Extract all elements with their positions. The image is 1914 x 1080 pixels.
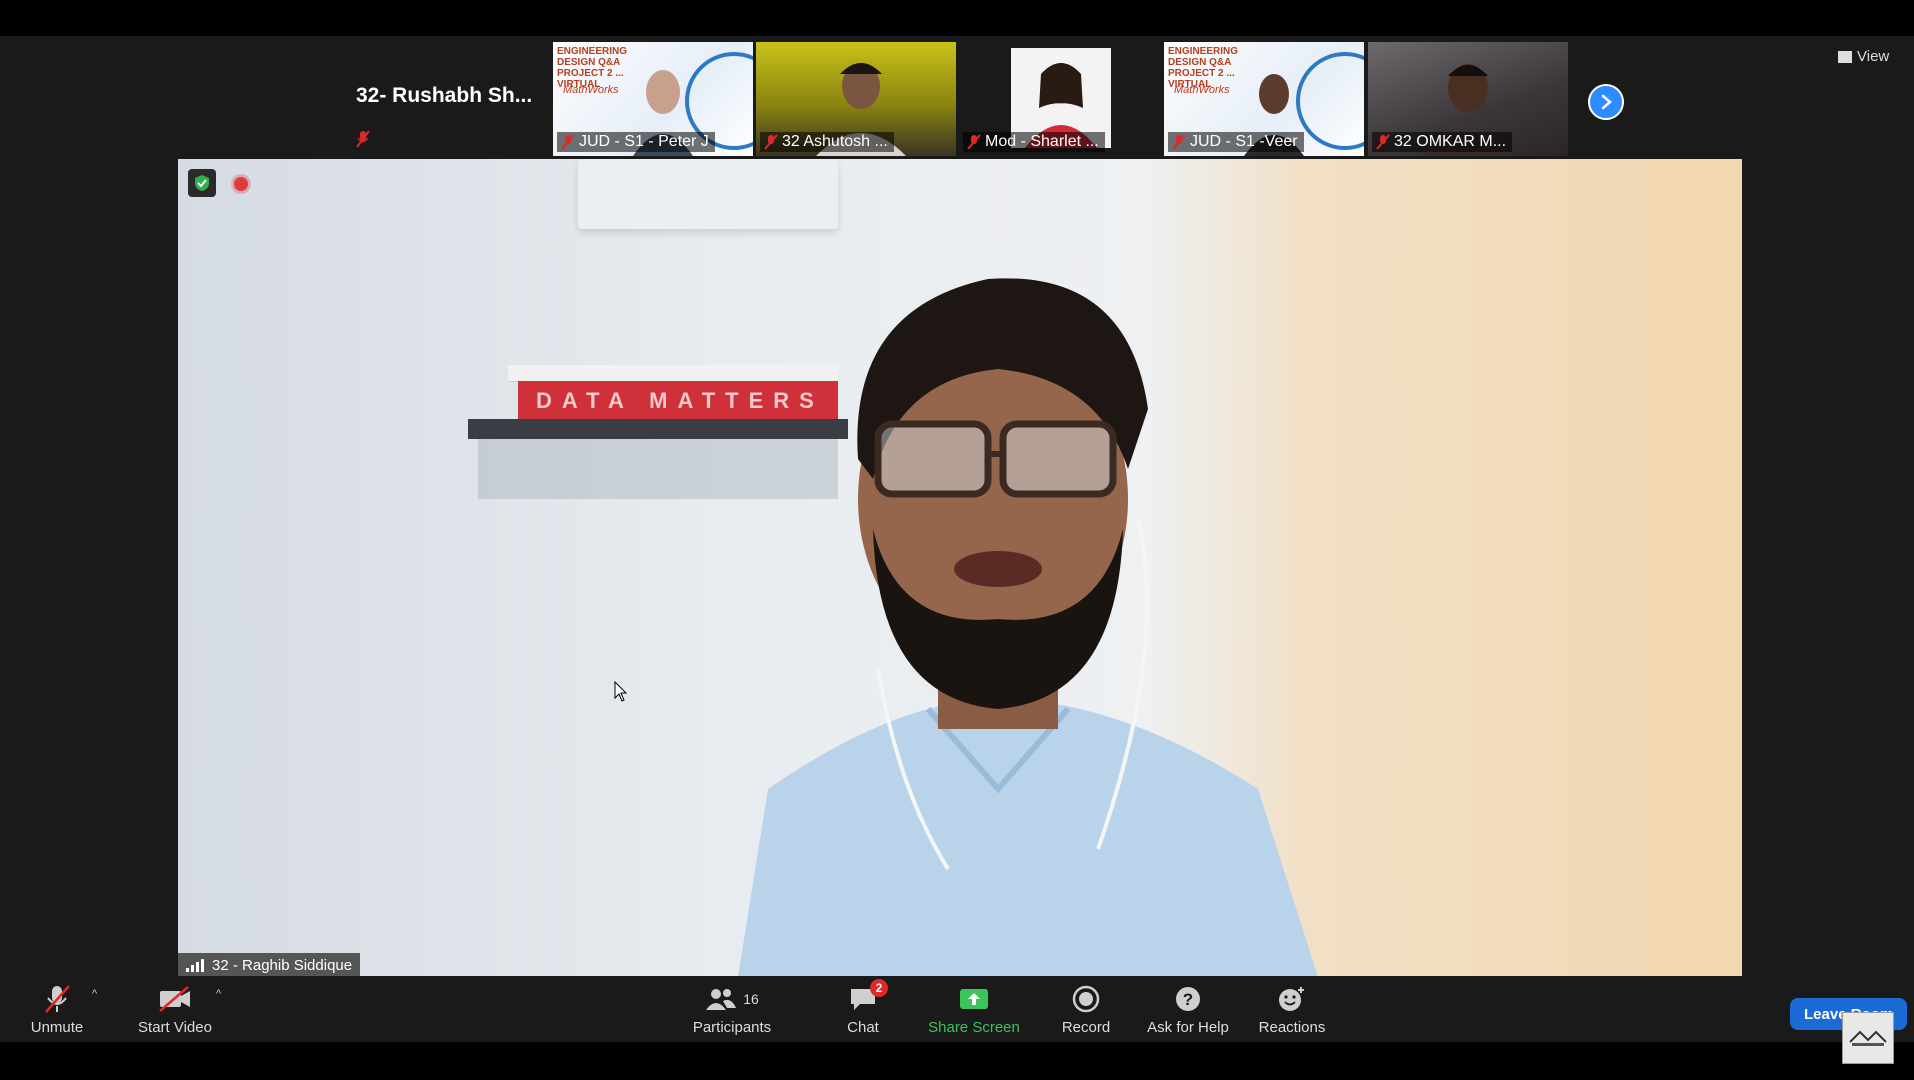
start-video-label: Start Video [138, 1019, 212, 1036]
svg-text:?: ? [1183, 990, 1193, 1009]
muted-mic-icon [764, 134, 778, 150]
unmute-button[interactable]: Unmute [20, 976, 94, 1042]
recording-indicator-icon [234, 177, 248, 191]
participant-tile[interactable]: Mod - Sharlet ... [959, 42, 1159, 156]
muted-mic-icon [1376, 134, 1390, 150]
active-speaker-video[interactable]: DATA MATTERS 32 - Raghib Siddique [178, 159, 1742, 977]
unmute-label: Unmute [30, 1019, 84, 1036]
mouse-cursor-icon [614, 681, 628, 702]
connection-signal-icon [186, 958, 204, 972]
record-button[interactable]: Record [1056, 976, 1116, 1042]
record-icon [1072, 985, 1100, 1013]
participant-name: JUD - S1 -Veer [1190, 133, 1298, 150]
participants-icon [706, 989, 737, 1010]
share-screen-button[interactable]: Share Screen [925, 976, 1023, 1042]
participant-name: Mod - Sharlet ... [985, 133, 1099, 150]
muted-mic-icon [967, 134, 981, 150]
globe-graphic [1296, 52, 1364, 150]
muted-mic-icon [356, 130, 370, 148]
ask-for-help-label: Ask for Help [1147, 1019, 1229, 1036]
next-page-button[interactable] [1588, 84, 1624, 120]
start-video-button[interactable]: Start Video [130, 976, 220, 1042]
share-screen-label: Share Screen [928, 1019, 1020, 1036]
record-label: Record [1061, 1019, 1111, 1036]
participant-tile-name-only[interactable]: 32- Rushabh Sh... [348, 42, 548, 156]
speaker-name: 32 - Raghib Siddique [212, 956, 353, 974]
participants-count: 16 [743, 991, 759, 1007]
speaker-person [738, 278, 1318, 977]
chat-label: Chat [847, 1019, 879, 1036]
view-label: View [1857, 48, 1890, 65]
grid-view-icon [1838, 50, 1852, 63]
participants-label: Participants [692, 1019, 772, 1036]
participant-name: 32- Rushabh Sh... [356, 84, 533, 107]
channel-logo [1842, 1012, 1894, 1064]
participant-name-label: 32 Ashutosh ... [760, 132, 894, 152]
participant-name-label: 32 OMKAR M... [1372, 132, 1513, 152]
participant-name: 32 OMKAR M... [1394, 133, 1507, 150]
chevron-right-icon [1601, 94, 1612, 110]
help-icon: ? [1176, 987, 1200, 1011]
participant-name: JUD - S1 - Peter J [579, 133, 709, 150]
chat-button[interactable]: 2 Chat [830, 976, 896, 1042]
reactions-label: Reactions [1258, 1019, 1326, 1036]
reactions-icon [1279, 987, 1304, 1011]
muted-mic-icon [1172, 134, 1186, 150]
wall-cabinet [578, 159, 838, 229]
view-button[interactable]: View [1838, 48, 1889, 65]
reactions-button[interactable]: Reactions [1252, 976, 1332, 1042]
muted-mic-icon [45, 985, 70, 1013]
audio-options-chevron-up-icon[interactable]: ^ [92, 988, 97, 1000]
participant-tile[interactable]: 32 Ashutosh ... [756, 42, 956, 156]
mathworks-logo: MathWorks [1174, 84, 1230, 96]
zoom-window: 32- Rushabh Sh... ENGINEERING DESIGN Q&A… [0, 36, 1914, 1064]
video-options-chevron-up-icon[interactable]: ^ [216, 988, 221, 1000]
chat-unread-badge: 2 [870, 979, 888, 997]
participant-tile[interactable]: ENGINEERING DESIGN Q&A PROJECT 2 ... VIR… [1164, 42, 1364, 156]
participant-name-label: JUD - S1 -Veer [1168, 132, 1304, 152]
participant-name-label: JUD - S1 - Peter J [557, 132, 715, 152]
participants-button[interactable]: 16 Participants [686, 976, 778, 1042]
participant-tile[interactable]: 32 OMKAR M... [1368, 42, 1568, 156]
muted-mic-icon [561, 134, 575, 150]
participant-name: 32 Ashutosh ... [782, 133, 888, 150]
share-screen-icon [960, 989, 988, 1009]
speaker-name-label: 32 - Raghib Siddique [178, 953, 361, 977]
video-off-icon [159, 986, 190, 1012]
meeting-toolbar: Unmute ^ Start Video ^ 16 Participants 2… [0, 976, 1914, 1064]
gallery-strip: 32- Rushabh Sh... ENGINEERING DESIGN Q&A… [0, 42, 1914, 156]
ask-for-help-button[interactable]: ? Ask for Help [1140, 976, 1236, 1042]
mathworks-logo: MathWorks [563, 84, 619, 96]
security-shield-icon[interactable] [188, 169, 216, 197]
participant-name-label: Mod - Sharlet ... [963, 132, 1105, 152]
participant-tile[interactable]: ENGINEERING DESIGN Q&A PROJECT 2 ... VIR… [553, 42, 753, 156]
